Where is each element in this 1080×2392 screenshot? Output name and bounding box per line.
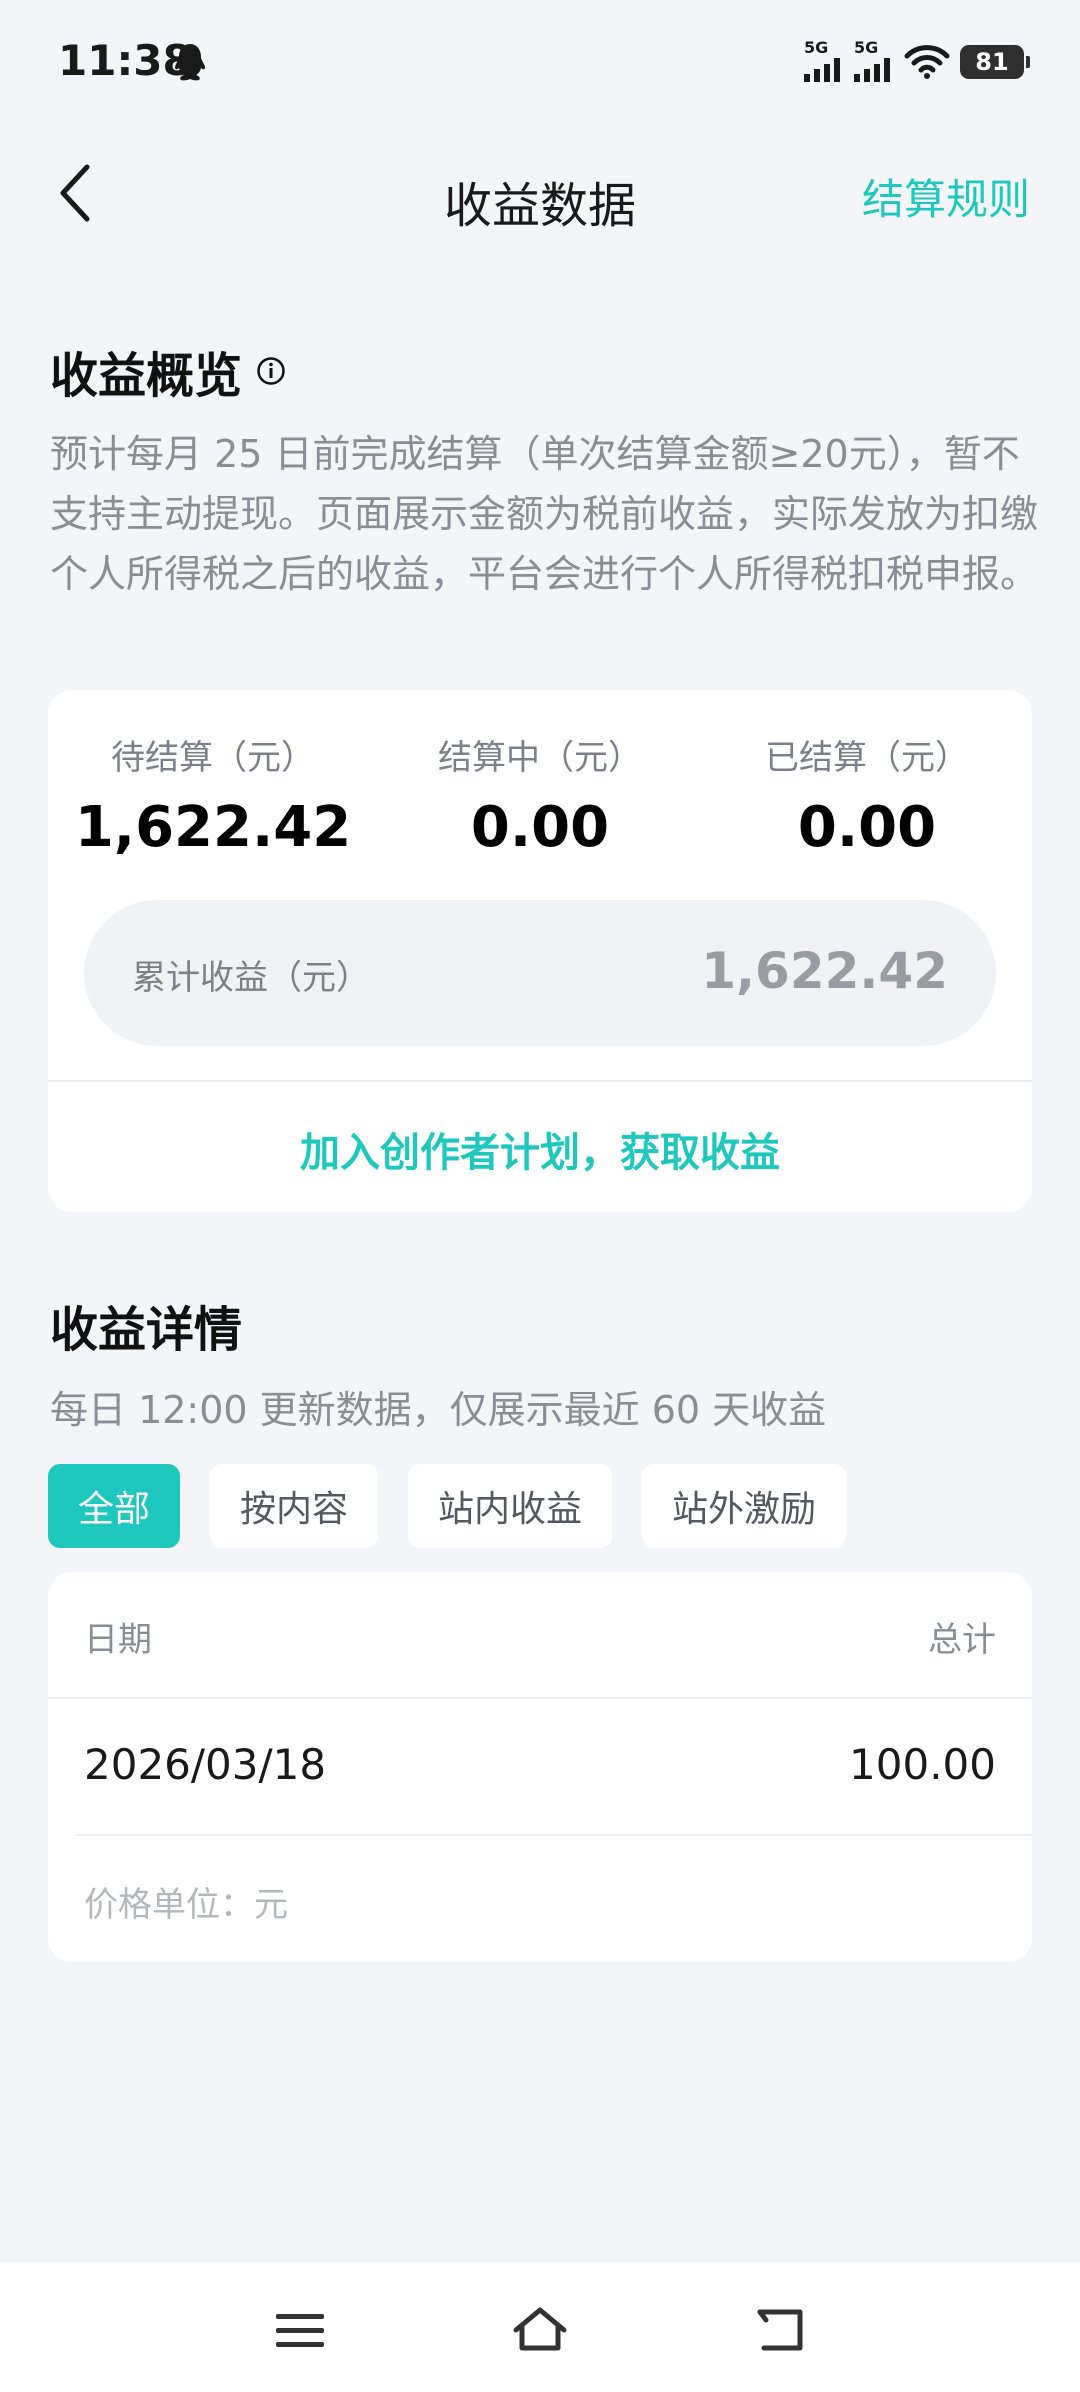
filter-tab-onsite[interactable]: 站内收益 xyxy=(408,1464,613,1548)
earnings-table: 日期 总计 2026/03/18 100.00 价格单位：元 xyxy=(48,1572,1032,1962)
menu-icon[interactable] xyxy=(270,2300,330,2360)
filter-tab-all[interactable]: 全部 xyxy=(48,1464,181,1548)
column-header-total: 总计 xyxy=(928,1620,996,1660)
overview-title: 收益概览 xyxy=(50,336,286,406)
system-nav-bar xyxy=(0,2262,1080,2392)
signal-icon: 5G xyxy=(804,38,844,84)
divider xyxy=(48,1080,1032,1082)
total-earnings-box: 累计收益（元） 1,622.42 xyxy=(84,900,996,1046)
overview-description: 预计每月 25 日前完成结算（单次结算金额≥20元），暂不支持主动提现。页面展示… xyxy=(50,432,1039,596)
nav-header: 收益数据 结算规则 xyxy=(0,140,1080,250)
column-header-date: 日期 xyxy=(84,1620,152,1660)
divider xyxy=(76,1834,1032,1836)
home-icon[interactable] xyxy=(510,2300,570,2360)
stat-settled: 已结算（元） 0.00 xyxy=(765,738,969,860)
qq-penguin-icon xyxy=(175,44,205,81)
filter-tab-offsite[interactable]: 站外激励 xyxy=(642,1464,847,1548)
battery-indicator: 81 xyxy=(960,45,1030,79)
signal-icon-2: 5G xyxy=(854,38,894,84)
settlement-rules-link[interactable]: 结算规则 xyxy=(862,166,1030,227)
filter-tabs: 全部 按内容 站内收益 站外激励 xyxy=(48,1464,847,1548)
stat-settling: 结算中（元） 0.00 xyxy=(438,738,642,860)
row-date: 2026/03/18 xyxy=(84,1740,327,1789)
divider xyxy=(48,1697,1032,1699)
info-icon[interactable] xyxy=(256,356,286,386)
status-bar: 11:38 5G 5G 81 xyxy=(0,0,1080,130)
overview-card: 待结算（元） 1,622.42 结算中（元） 0.00 已结算（元） 0.00 … xyxy=(48,690,1032,1212)
unit-note: 价格单位：元 xyxy=(84,1885,288,1925)
row-total: 100.00 xyxy=(849,1740,996,1789)
wifi-icon xyxy=(904,45,950,79)
filter-tab-by-content[interactable]: 按内容 xyxy=(210,1464,379,1548)
back-nav-icon[interactable] xyxy=(750,2300,810,2360)
status-indicators: 5G 5G 81 xyxy=(804,38,1030,86)
details-subtitle: 每日 12:00 更新数据，仅展示最近 60 天收益 xyxy=(50,1388,827,1432)
details-title: 收益详情 xyxy=(50,1302,243,1358)
stat-pending: 待结算（元） 1,622.42 xyxy=(74,738,352,860)
join-creator-plan-link[interactable]: 加入创作者计划，获取收益 xyxy=(48,1120,1032,1178)
